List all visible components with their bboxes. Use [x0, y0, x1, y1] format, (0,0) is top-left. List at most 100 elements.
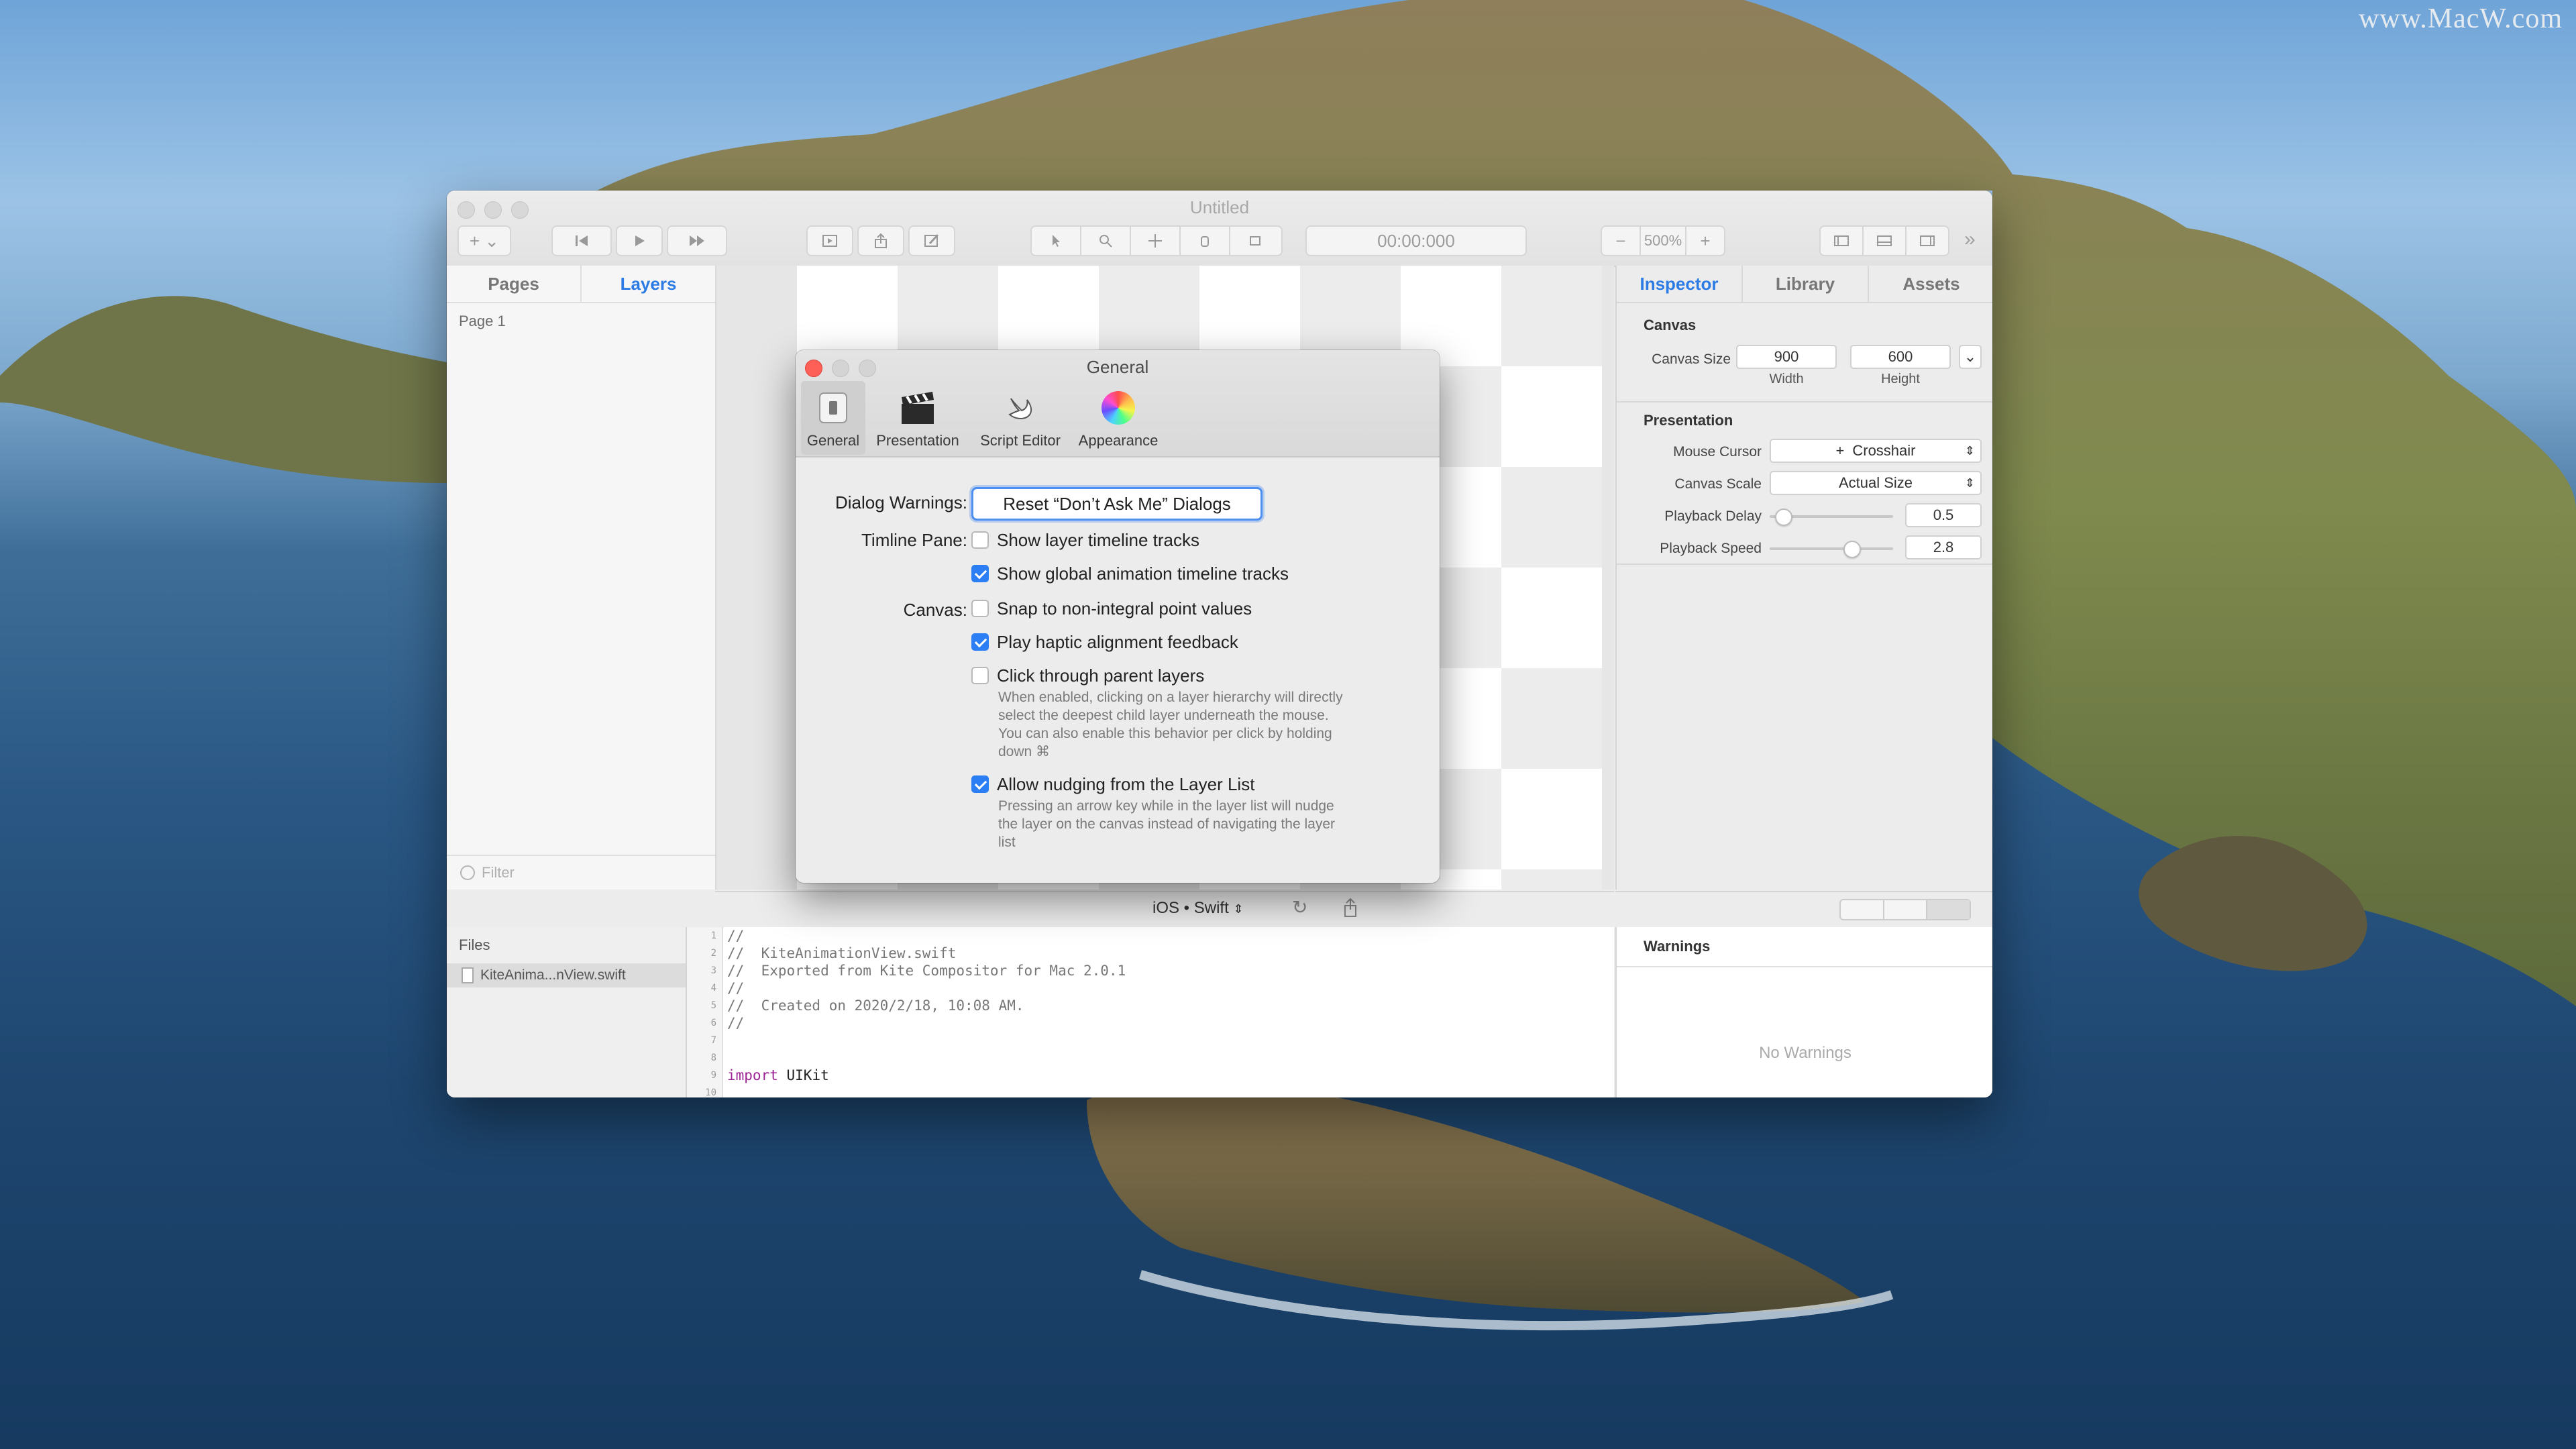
updown-chevron-icon: ⇕ [1964, 476, 1975, 490]
pan-tool[interactable] [1179, 225, 1230, 256]
code-line: // [727, 1015, 745, 1031]
tab-assets[interactable]: Assets [1868, 266, 1992, 302]
toggle-left-pane-button[interactable] [1819, 225, 1864, 256]
layout-option-middle-icon[interactable] [1884, 900, 1928, 919]
canvas-scale-label: Canvas Scale [1674, 476, 1762, 492]
toggle-bottom-pane-button[interactable] [1862, 225, 1907, 256]
filter-field[interactable]: Filter [447, 855, 715, 890]
snap-non-integral-checkbox[interactable] [971, 600, 989, 617]
playback-speed-slider-track[interactable] [1770, 547, 1893, 550]
playback-speed-field[interactable]: 2.8 [1905, 535, 1982, 559]
canvas-width-field[interactable]: 900 [1736, 345, 1837, 369]
canvas-size-label: Canvas Size [1652, 352, 1731, 367]
playback-speed-slider-knob[interactable] [1843, 541, 1861, 558]
export-button[interactable] [857, 225, 904, 256]
haptic-feedback-checkbox[interactable] [971, 633, 989, 651]
rectangle-icon [1250, 236, 1260, 246]
canvas-scale-select[interactable]: Actual Size ⇕ [1770, 471, 1982, 495]
canvas-size-preset-dropdown[interactable]: ⌄ [1959, 345, 1982, 369]
toolbar-overflow-icon[interactable]: » [1964, 228, 1976, 251]
plus-icon: + [1700, 230, 1711, 251]
file-name: KiteAnima...nView.swift [480, 967, 626, 983]
show-global-tracks-label: Show global animation timeline tracks [997, 564, 1289, 584]
height-label: Height [1881, 372, 1920, 386]
select-tool[interactable] [1030, 225, 1081, 256]
play-button[interactable] [616, 225, 663, 256]
pref-tab-label: General [806, 432, 860, 449]
add-layer-button[interactable]: + ⌄ [458, 225, 511, 256]
pref-tab-label: Presentation [876, 432, 959, 449]
zoom-in-button[interactable]: + [1685, 225, 1725, 256]
layers-sidebar: Pages Layers Page 1 Filter [447, 266, 716, 890]
filter-icon [460, 865, 475, 880]
tab-layers[interactable]: Layers [580, 266, 715, 302]
swift-bird-icon [1000, 388, 1040, 428]
film-icon [822, 235, 837, 247]
share-icon [875, 233, 887, 248]
inspector-panel: Inspector Library Assets Canvas Canvas S… [1615, 266, 1992, 890]
share-icon [1344, 898, 1356, 917]
no-warnings-text: No Warnings [1759, 1044, 1851, 1062]
toggle-right-pane-button[interactable] [1905, 225, 1949, 256]
layout-option-right-icon[interactable] [1927, 900, 1970, 919]
pref-tab-appearance[interactable]: Appearance [1068, 381, 1169, 455]
code-line-import: import UIKit [727, 1067, 829, 1083]
present-button[interactable] [806, 225, 853, 256]
click-through-parent-checkbox[interactable] [971, 667, 989, 684]
click-through-parent-label: Click through parent layers [997, 665, 1205, 686]
line-number: 7 [710, 1035, 716, 1046]
sidebar-tabs: Pages Layers [447, 266, 715, 303]
warnings-panel: Warnings No Warnings [1615, 927, 1992, 1097]
show-global-tracks-checkbox[interactable] [971, 565, 989, 582]
tab-inspector[interactable]: Inspector [1617, 266, 1741, 302]
zoom-level: 500% [1640, 225, 1686, 256]
canvas-height-field[interactable]: 600 [1850, 345, 1951, 369]
platform-select[interactable]: iOS • Swift ⇕ [1152, 899, 1244, 918]
fast-forward-icon [690, 235, 704, 246]
shape-tool[interactable] [1229, 225, 1283, 256]
plus-icon: + ⌄ [469, 230, 500, 251]
crosshair-icon: + [1835, 442, 1845, 459]
panel-bottom-icon [1877, 235, 1892, 246]
watermark-text: www.MacW.com [2359, 3, 2563, 34]
allow-nudging-checkbox[interactable] [971, 775, 989, 793]
tab-pages[interactable]: Pages [447, 266, 580, 302]
playback-delay-slider-knob[interactable] [1775, 508, 1792, 526]
pencil-icon [924, 233, 939, 247]
tab-library[interactable]: Library [1741, 266, 1868, 302]
layout-option-left-icon[interactable] [1841, 900, 1884, 919]
pref-tab-presentation[interactable]: Presentation [868, 381, 967, 455]
code-line: // KiteAnimationView.swift [727, 945, 957, 961]
skip-back-icon [576, 235, 588, 246]
layout-toolbar [1615, 891, 1992, 928]
move-tool[interactable] [1130, 225, 1181, 256]
reset-dialogs-button[interactable]: Reset “Don’t Ask Me” Dialogs [971, 487, 1263, 521]
edit-button[interactable] [908, 225, 955, 256]
share-code-button[interactable] [1340, 896, 1360, 920]
pref-tab-general[interactable]: General [801, 381, 865, 455]
line-number: 4 [710, 983, 716, 994]
page-list-item[interactable]: Page 1 [447, 303, 715, 339]
playback-delay-field[interactable]: 0.5 [1905, 503, 1982, 527]
sidebar-left-icon [1834, 235, 1849, 246]
dialog-warnings-label: Dialog Warnings: [835, 492, 967, 513]
dialog-title: General [1086, 357, 1149, 377]
rewind-button[interactable] [551, 225, 612, 256]
fast-forward-button[interactable] [667, 225, 727, 256]
line-number: 2 [710, 948, 716, 959]
refresh-icon[interactable]: ↻ [1292, 896, 1307, 918]
pref-tab-script-editor[interactable]: Script Editor [970, 381, 1071, 455]
zoom-tool[interactable] [1080, 225, 1131, 256]
click-through-description: When enabled, clicking on a layer hierar… [998, 690, 1343, 759]
zoom-out-button[interactable]: − [1601, 225, 1641, 256]
mouse-cursor-select[interactable]: + Crosshair ⇕ [1770, 439, 1982, 463]
window-title: Untitled [1189, 197, 1250, 217]
show-layer-tracks-checkbox[interactable] [971, 531, 989, 549]
canvas-scale-value: Actual Size [1838, 474, 1913, 491]
line-number: 9 [710, 1070, 716, 1081]
allow-nudging-label: Allow nudging from the Layer List [997, 774, 1255, 794]
code-editor[interactable]: 1 2 3 4 5 6 7 8 9 10 // // KiteAnimation… [687, 927, 1614, 1097]
file-list-item[interactable]: KiteAnima...nView.swift [447, 963, 686, 987]
mouse-cursor-value: Crosshair [1852, 442, 1916, 459]
line-number: 3 [710, 965, 716, 976]
